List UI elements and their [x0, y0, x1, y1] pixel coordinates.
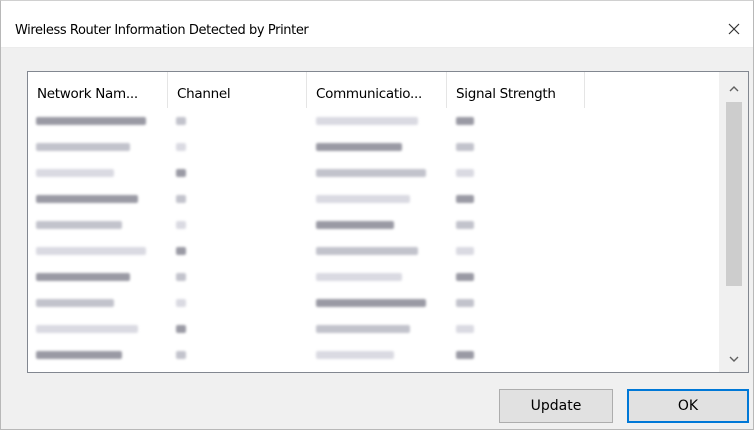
list-item[interactable] [28, 186, 720, 212]
redacted-cell [176, 351, 186, 359]
vertical-scrollbar[interactable] [719, 72, 748, 372]
redacted-cell [36, 247, 146, 255]
redacted-cell [456, 221, 474, 229]
redacted-cell [176, 247, 186, 255]
redacted-cell [316, 143, 402, 151]
redacted-cell [316, 273, 402, 281]
redacted-cell [36, 273, 130, 281]
redacted-cell [456, 169, 474, 177]
title-bar[interactable]: Wireless Router Information Detected by … [1, 1, 753, 48]
chevron-up-icon [729, 86, 739, 92]
redacted-cell [316, 221, 394, 229]
list-item[interactable] [28, 160, 720, 186]
redacted-cell [176, 273, 186, 281]
redacted-cell [36, 117, 146, 125]
redacted-cell [176, 143, 186, 151]
redacted-cell [36, 169, 114, 177]
dialog-window: Wireless Router Information Detected by … [0, 0, 754, 430]
update-button[interactable]: Update [499, 389, 613, 423]
list-item[interactable] [28, 316, 720, 342]
redacted-cell [316, 117, 418, 125]
redacted-cell [456, 117, 474, 125]
list-item[interactable] [28, 290, 720, 316]
dialog-title: Wireless Router Information Detected by … [15, 23, 309, 38]
redacted-cell [176, 117, 186, 125]
redacted-cell [456, 299, 474, 307]
list-item[interactable] [28, 212, 720, 238]
redacted-cell [456, 143, 474, 151]
list-item[interactable] [28, 342, 720, 368]
redacted-cell [316, 247, 418, 255]
redacted-cell [176, 325, 186, 333]
redacted-cell [36, 195, 138, 203]
column-header-channel[interactable]: Channel [168, 72, 307, 108]
column-header-network-name[interactable]: Network Nam... [28, 72, 168, 108]
redacted-cell [36, 325, 138, 333]
redacted-cell [316, 351, 394, 359]
list-header: Network Nam... Channel Communicatio... S… [28, 72, 728, 108]
redacted-cell [456, 195, 474, 203]
redacted-cell [316, 169, 426, 177]
list-item[interactable] [28, 264, 720, 290]
redacted-cell [176, 195, 186, 203]
redacted-cell [36, 299, 114, 307]
list-item[interactable] [28, 238, 720, 264]
redacted-cell [456, 325, 474, 333]
redacted-cell [176, 299, 186, 307]
list-item[interactable] [28, 134, 720, 160]
redacted-cell [36, 351, 122, 359]
router-list[interactable]: Network Nam... Channel Communicatio... S… [27, 71, 749, 373]
redacted-cell [36, 221, 122, 229]
redacted-cell [36, 143, 130, 151]
scroll-thumb[interactable] [726, 102, 742, 286]
close-button[interactable] [713, 13, 753, 45]
scroll-up-button[interactable] [720, 76, 748, 102]
redacted-cell [316, 299, 426, 307]
redacted-cell [316, 195, 410, 203]
chevron-down-icon [729, 356, 739, 362]
redacted-cell [176, 221, 186, 229]
scroll-down-button[interactable] [720, 346, 748, 372]
close-icon [728, 23, 740, 35]
column-header-communication[interactable]: Communicatio... [307, 72, 447, 108]
redacted-cell [456, 351, 474, 359]
column-header-signal-strength[interactable]: Signal Strength [447, 72, 585, 108]
redacted-cell [456, 273, 474, 281]
list-item[interactable] [28, 108, 720, 134]
list-body [28, 108, 720, 372]
redacted-cell [176, 169, 186, 177]
ok-button[interactable]: OK [627, 389, 749, 423]
redacted-cell [316, 325, 410, 333]
redacted-cell [456, 247, 474, 255]
